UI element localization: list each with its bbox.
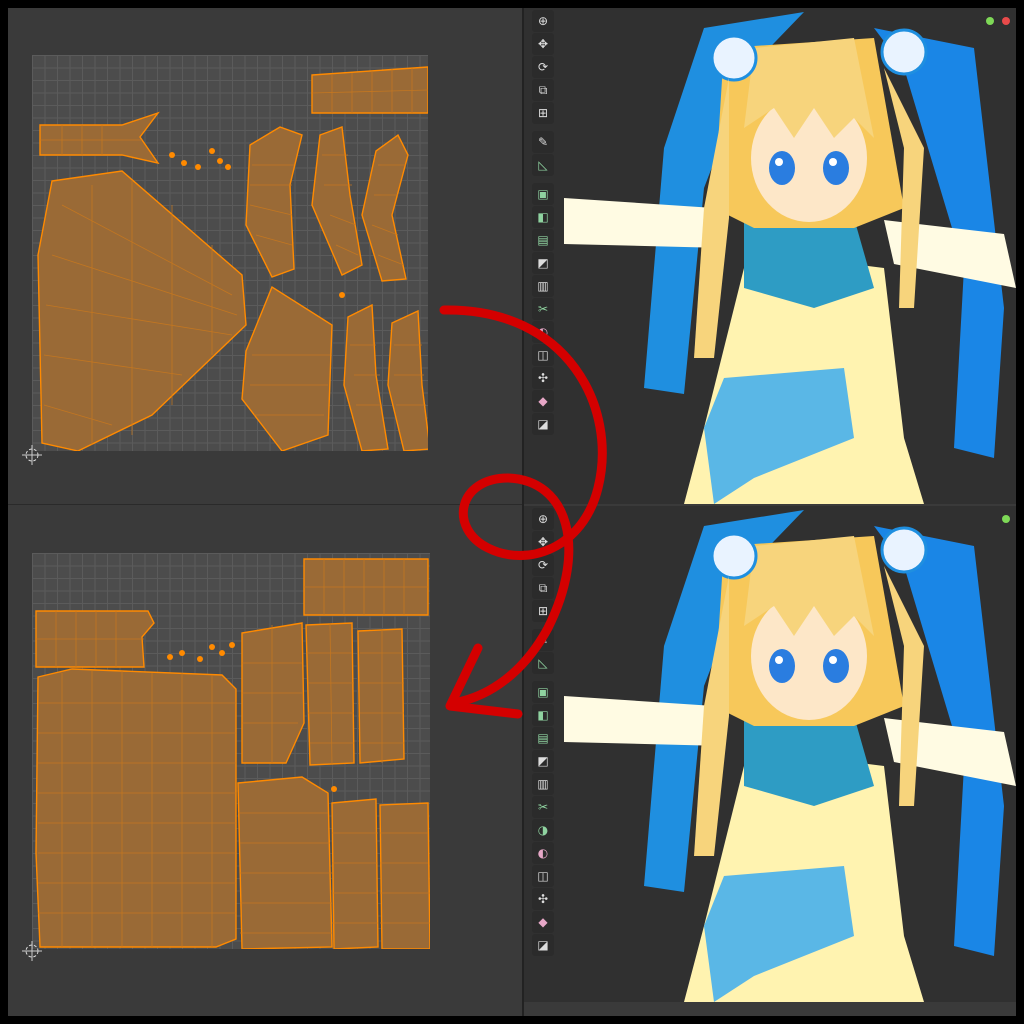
spin-icon[interactable]: ◐: [532, 321, 554, 343]
anime-character-model[interactable]: [554, 506, 1016, 1002]
scale-icon[interactable]: ⧉: [532, 79, 554, 101]
extrude-icon[interactable]: ◧: [532, 704, 554, 726]
uv-island: [35, 668, 237, 948]
uv-island: [331, 798, 379, 949]
smooth-icon[interactable]: ◫: [532, 344, 554, 366]
uv-editor-after[interactable]: [8, 504, 522, 1001]
uv-island: [387, 309, 428, 451]
uv-island: [245, 126, 303, 278]
uv-islands: [37, 66, 428, 451]
transform-icon[interactable]: ⊞: [532, 600, 554, 622]
loop-cut-icon[interactable]: ▥: [532, 773, 554, 795]
3d-viewport-after[interactable]: ⊕ ✥ ⟳ ⧉ ⊞ ✎ ◺ ▣ ◧ ▤ ◩ ▥ ✂ ◑ ◐ ◫ ✣ ◆ ◪: [524, 506, 1016, 1002]
rotate-icon[interactable]: ⟳: [532, 56, 554, 78]
uv-island: [311, 126, 363, 276]
add-cube-icon[interactable]: ▣: [532, 681, 554, 703]
uv-grid[interactable]: [32, 553, 430, 949]
screenshot-frame: ⊕ ✥ ⟳ ⧉ ⊞ ✎ ◺ ▣ ◧ ▤ ◩ ▥ ✂ ◐ ◫ ✣ ◆ ◪ ⊕ ✥ …: [8, 8, 1016, 1016]
knife-icon[interactable]: ✂: [532, 796, 554, 818]
measure-icon[interactable]: ◺: [532, 154, 554, 176]
uv-island: [39, 111, 160, 165]
bevel-icon[interactable]: ◩: [532, 252, 554, 274]
bevel-icon[interactable]: ◩: [532, 750, 554, 772]
3d-cursor-icon[interactable]: [22, 445, 42, 465]
rip-icon[interactable]: ◪: [532, 934, 554, 956]
3d-cursor-icon[interactable]: [22, 941, 42, 961]
spin-icon[interactable]: ◐: [532, 842, 554, 864]
uv-island: [361, 133, 409, 282]
shear-icon[interactable]: ◆: [532, 911, 554, 933]
uv-grid[interactable]: [32, 55, 428, 451]
shear-icon[interactable]: ◆: [532, 390, 554, 412]
uv-editor-before[interactable]: [8, 8, 522, 504]
poly-build-icon[interactable]: ◑: [532, 819, 554, 841]
scale-icon[interactable]: ⧉: [532, 577, 554, 599]
uv-island: [343, 303, 389, 451]
uv-islands: [35, 558, 430, 949]
uv-island: [241, 285, 333, 451]
annotate-icon[interactable]: ✎: [532, 629, 554, 651]
uv-island: [379, 802, 430, 949]
tool-shelf: ⊕ ✥ ⟳ ⧉ ⊞ ✎ ◺ ▣ ◧ ▤ ◩ ▥ ✂ ◑ ◐ ◫ ✣ ◆ ◪: [531, 508, 555, 957]
transform-icon[interactable]: ⊞: [532, 102, 554, 124]
inset-icon[interactable]: ▤: [532, 727, 554, 749]
cursor-icon[interactable]: ⊕: [532, 508, 554, 530]
add-cube-icon[interactable]: ▣: [532, 183, 554, 205]
knife-icon[interactable]: ✂: [532, 298, 554, 320]
uv-island: [311, 66, 428, 114]
move-icon[interactable]: ✥: [532, 531, 554, 553]
loop-cut-icon[interactable]: ▥: [532, 275, 554, 297]
uv-island: [37, 170, 247, 451]
smooth-icon[interactable]: ◫: [532, 865, 554, 887]
anime-character-model[interactable]: [554, 8, 1016, 504]
uv-island: [237, 776, 333, 949]
cursor-icon[interactable]: ⊕: [532, 10, 554, 32]
annotate-icon[interactable]: ✎: [532, 131, 554, 153]
edge-slide-icon[interactable]: ✣: [532, 888, 554, 910]
tool-shelf: ⊕ ✥ ⟳ ⧉ ⊞ ✎ ◺ ▣ ◧ ▤ ◩ ▥ ✂ ◐ ◫ ✣ ◆ ◪: [531, 10, 555, 436]
edge-slide-icon[interactable]: ✣: [532, 367, 554, 389]
extrude-icon[interactable]: ◧: [532, 206, 554, 228]
3d-viewport-before[interactable]: ⊕ ✥ ⟳ ⧉ ⊞ ✎ ◺ ▣ ◧ ▤ ◩ ▥ ✂ ◐ ◫ ✣ ◆ ◪: [524, 8, 1016, 504]
move-icon[interactable]: ✥: [532, 33, 554, 55]
measure-icon[interactable]: ◺: [532, 652, 554, 674]
rotate-icon[interactable]: ⟳: [532, 554, 554, 576]
inset-icon[interactable]: ▤: [532, 229, 554, 251]
rip-icon[interactable]: ◪: [532, 413, 554, 435]
